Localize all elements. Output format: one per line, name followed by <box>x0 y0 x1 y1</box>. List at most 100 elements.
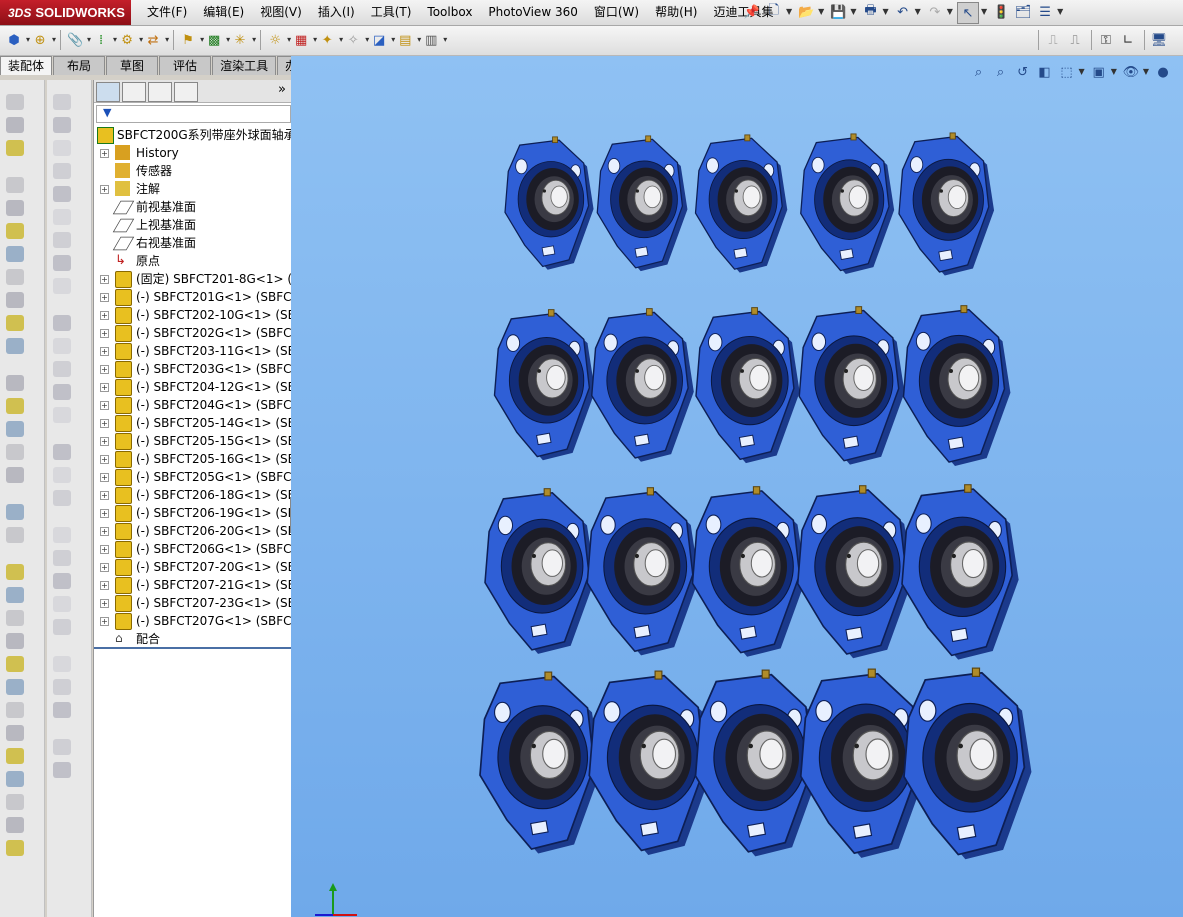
chamfer-icon[interactable] <box>6 200 24 216</box>
open-folder-icon[interactable]: 📂 <box>796 2 816 22</box>
options-icon[interactable]: ☰ <box>1035 2 1055 22</box>
tree-item[interactable]: + (-) SBFCT207-23G<1> (SBF <box>94 594 291 612</box>
graphics-area[interactable]: ⌕ ⌕ ↺ ◧ ⬚ ▼ ▣ ▼ 👁 ▼ ● <box>291 56 1183 917</box>
ellipse-icon[interactable] <box>53 209 71 225</box>
chevron-down-icon[interactable]: ▼ <box>947 2 953 23</box>
circle-icon[interactable] <box>53 140 71 156</box>
view-orientation-icon[interactable]: ⬚ <box>1057 62 1077 82</box>
configuration-manager-tab-icon[interactable] <box>148 82 172 102</box>
tree-item[interactable]: + (-) SBFCT204-12G<1> (SBF <box>94 378 291 396</box>
cylinder-icon[interactable] <box>53 550 71 566</box>
expand-plus-icon[interactable]: + <box>100 617 109 626</box>
line-sketch-icon[interactable] <box>53 679 71 695</box>
property-manager-tab-icon[interactable] <box>122 82 146 102</box>
tree-item[interactable]: ⌂ 配合 <box>94 630 291 648</box>
construction-icon[interactable] <box>6 771 24 787</box>
move-component-icon[interactable]: ⇄ <box>143 30 163 50</box>
bearing-unit[interactable] <box>591 308 694 462</box>
bearing-unit[interactable] <box>800 133 895 275</box>
expand-plus-icon[interactable]: + <box>100 437 109 446</box>
line-icon[interactable] <box>53 94 71 110</box>
chevron-down-icon[interactable]: ▼ <box>915 2 921 23</box>
sphere-icon[interactable] <box>53 596 71 612</box>
large-assembly-icon[interactable]: ▥ <box>421 30 441 50</box>
assembly-scene[interactable] <box>291 56 1183 917</box>
surface-icon[interactable] <box>6 467 24 483</box>
tree-item[interactable]: 前视基准面 <box>94 198 291 216</box>
toolbox-icon[interactable] <box>6 375 24 391</box>
chevron-down-icon[interactable]: ▼ <box>850 2 856 23</box>
file-properties-icon[interactable]: 🗂 <box>1013 2 1033 22</box>
chevron-down-icon[interactable]: ▼ <box>818 2 824 23</box>
expand-plus-icon[interactable]: + <box>100 275 109 284</box>
insert-component-icon[interactable]: ⬢ <box>4 30 24 50</box>
chevron-down-icon[interactable]: ▾ <box>52 30 56 50</box>
tab-assembly[interactable]: 装配体 <box>0 56 53 75</box>
plane-ref-icon[interactable] <box>53 444 71 460</box>
previous-view-icon[interactable]: ↺ <box>1013 62 1033 82</box>
smart-dimension-icon[interactable] <box>6 610 24 626</box>
filter-icon[interactable]: ▼ <box>103 106 111 119</box>
menu-help[interactable]: 帮助(H) <box>647 0 705 25</box>
tree-item[interactable]: + (-) SBFCT207G<1> (SBFCT2 <box>94 612 291 630</box>
menu-toolbox[interactable]: Toolbox <box>419 0 480 25</box>
undo-icon[interactable]: ↶ <box>893 2 913 22</box>
tree-item[interactable]: + (-) SBFCT206-19G<1> (SBF <box>94 504 291 522</box>
expand-plus-icon[interactable]: + <box>100 419 109 428</box>
tree-item[interactable]: + (-) SBFCT207-20G<1> (SBF <box>94 558 291 576</box>
rib-icon[interactable] <box>6 223 24 239</box>
redo-icon[interactable]: ↷ <box>925 2 945 22</box>
bearing-unit[interactable] <box>691 486 806 657</box>
bearing-unit[interactable] <box>694 134 788 273</box>
weldment-icon[interactable] <box>6 421 24 437</box>
chevron-down-icon[interactable]: ▼ <box>1079 62 1085 82</box>
appearance-icon[interactable]: ● <box>1153 62 1173 82</box>
expand-plus-icon[interactable]: + <box>100 581 109 590</box>
expand-plus-icon[interactable]: + <box>100 311 109 320</box>
tree-filter-input[interactable]: ▼ <box>96 105 291 123</box>
box-icon[interactable] <box>53 527 71 543</box>
bearing-unit[interactable] <box>596 135 688 272</box>
menu-window[interactable]: 窗口(W) <box>586 0 647 25</box>
arc-icon[interactable] <box>53 117 71 133</box>
reference-geometry-icon[interactable]: ✳ <box>230 30 250 50</box>
axis-ref-icon[interactable] <box>53 467 71 483</box>
mirror-icon[interactable] <box>6 292 24 308</box>
convert-icon[interactable] <box>6 748 24 764</box>
expand-plus-icon[interactable]: + <box>100 149 109 158</box>
bearing-unit[interactable] <box>798 306 905 465</box>
expand-plus-icon[interactable]: + <box>100 347 109 356</box>
text-icon[interactable] <box>53 278 71 294</box>
expand-plus-icon[interactable]: + <box>100 599 109 608</box>
tree-item[interactable]: + (-) SBFCT206-20G<1> (SBF <box>94 522 291 540</box>
bearing-unit[interactable] <box>903 667 1032 860</box>
expand-plus-icon[interactable]: + <box>100 365 109 374</box>
sweep-icon[interactable] <box>6 140 24 156</box>
expand-plus-icon[interactable]: + <box>100 545 109 554</box>
explode-line-sketch-icon[interactable]: ✧ <box>343 30 363 50</box>
tree-item[interactable]: + (-) SBFCT206G<1> (SBFCT2 <box>94 540 291 558</box>
interference-detection-icon[interactable]: ◪ <box>369 30 389 50</box>
instant3d-icon[interactable]: ▤ <box>395 30 415 50</box>
fillet-icon[interactable] <box>6 177 24 193</box>
tree-item[interactable]: + (-) SBFCT203G<1> (SBFCT2 <box>94 360 291 378</box>
tab-evaluate[interactable]: 评估 <box>159 56 212 75</box>
expand-plus-icon[interactable]: + <box>100 401 109 410</box>
bearing-unit[interactable] <box>901 484 1019 660</box>
display-style-icon[interactable]: ▣ <box>1089 62 1109 82</box>
new-motion-study-icon[interactable]: ☼ <box>265 30 285 50</box>
sketch-mirror-icon[interactable] <box>6 679 24 695</box>
curves-icon[interactable] <box>6 527 24 543</box>
sketch-icon[interactable] <box>53 656 71 672</box>
tree-item[interactable]: + History <box>94 144 291 162</box>
bearing-unit[interactable] <box>479 671 601 854</box>
expand-plus-icon[interactable]: + <box>100 293 109 302</box>
extrude-icon[interactable] <box>6 94 24 110</box>
chevron-down-icon[interactable]: ▾ <box>443 30 447 50</box>
tree-item[interactable]: + (-) SBFCT205-14G<1> (SBF <box>94 414 291 432</box>
annotate-icon[interactable] <box>6 840 24 856</box>
offset-icon[interactable] <box>6 702 24 718</box>
tree-item[interactable]: + (固定) SBFCT201-8G<1> (S <box>94 270 291 288</box>
rebuild-traffic-light-icon[interactable]: 🚦 <box>991 2 1011 22</box>
menu-photoview[interactable]: PhotoView 360 <box>480 0 585 25</box>
